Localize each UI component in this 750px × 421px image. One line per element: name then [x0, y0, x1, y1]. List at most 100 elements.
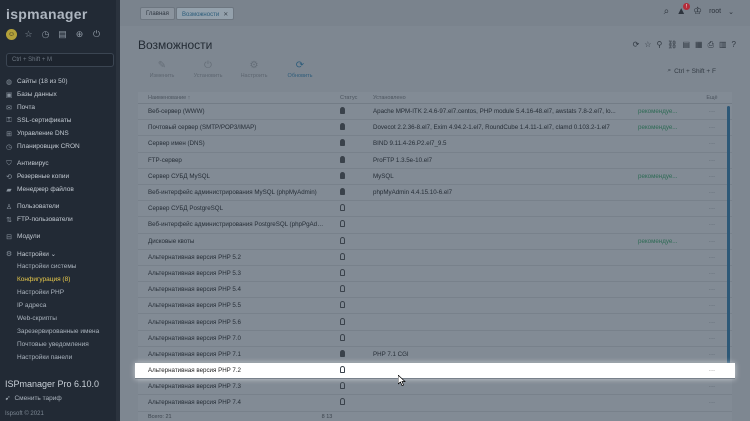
sidebar-item-mail[interactable]: ✉ Почта	[0, 101, 120, 114]
table-row[interactable]: Сервер СУБД PostgreSQL ···	[138, 201, 732, 218]
table-row[interactable]: Альтернативная версия PHP 7.0 ···	[138, 331, 732, 347]
change-tariff-link[interactable]: ➹ Сменить тариф	[5, 394, 62, 403]
edit-button[interactable]: ✎ Изменить	[142, 60, 182, 79]
columns-icon[interactable]: ▥	[719, 40, 727, 50]
document-icon[interactable]: ▤	[57, 29, 68, 40]
more-actions-button[interactable]: ···	[700, 286, 724, 293]
tab-features[interactable]: Возможности ✕	[176, 7, 235, 20]
sidebar-item-backup[interactable]: ⟲ Резервные копии	[0, 170, 120, 183]
mouse-cursor-icon	[398, 375, 406, 386]
pin-icon[interactable]: ⚲	[656, 40, 662, 50]
table-scrollbar[interactable]	[727, 106, 730, 366]
user-name[interactable]: root	[709, 8, 721, 15]
table-row[interactable]: Дисковые квоты рекомендуе... ···	[138, 234, 732, 250]
more-actions-button[interactable]: ···	[700, 335, 724, 342]
more-actions-button[interactable]: ···	[700, 140, 724, 147]
configure-button[interactable]: ⚙ Настроить	[234, 60, 274, 79]
print-icon[interactable]: ⎙	[708, 40, 714, 50]
sidebar-item-settings[interactable]: ⚙ Настройки ⌄	[0, 247, 120, 260]
table-row[interactable]: Почтовый сервер (SMTP/POP3/IMAP) Dovecot …	[138, 120, 732, 137]
more-actions-button[interactable]: ···	[700, 157, 724, 164]
table-row[interactable]: Альтернативная версия PHP 5.4 ···	[138, 282, 732, 299]
more-actions-button[interactable]: ···	[700, 367, 724, 374]
sidebar-subitem-web-scripts[interactable]: Web-скрипты	[0, 312, 120, 325]
table-row[interactable]: Сервер имен (DNS) BIND 9.11.4-26.P2.el7_9…	[138, 136, 732, 153]
column-installed[interactable]: Установлено	[373, 95, 638, 101]
table-row[interactable]: Альтернативная версия PHP 7.2 ···	[135, 363, 735, 380]
table-row[interactable]: Альтернативная версия PHP 7.4 ···	[138, 395, 732, 412]
sidebar-item-sites[interactable]: ◍ Сайты (18 из 50)	[0, 75, 120, 88]
sidebar-menu: ◍ Сайты (18 из 50) ▣ Базы данных ✉ Почта ⚿ S…	[0, 75, 120, 364]
copyright[interactable]: Ispsoft © 2021	[5, 411, 44, 417]
csv-icon[interactable]: ▤	[682, 40, 690, 50]
more-actions-button[interactable]: ···	[700, 205, 724, 212]
table-row[interactable]: Альтернативная версия PHP 5.5 ···	[138, 298, 732, 315]
more-actions-button[interactable]: ···	[700, 221, 724, 228]
sidebar-item-ftp-users[interactable]: ⇅ FTP-пользователи	[0, 213, 120, 226]
table-row[interactable]: Альтернативная версия PHP 7.3 ···	[138, 379, 732, 396]
table-row[interactable]: Альтернативная версия PHP 7.1 PHP 7.1 CGI…	[138, 347, 732, 363]
column-name[interactable]: Наименование ↑	[138, 95, 328, 101]
power-icon[interactable]: ⏻	[91, 29, 102, 40]
refresh-button[interactable]: ⟳ Обновить	[280, 60, 320, 79]
sidebar-subitem-panel-settings[interactable]: Настройки панели	[0, 351, 120, 364]
star-icon[interactable]: ☆	[644, 40, 651, 50]
avatar[interactable]: ☺	[6, 29, 17, 40]
more-actions-button[interactable]: ···	[700, 238, 724, 245]
more-actions-button[interactable]: ···	[700, 319, 724, 326]
help-icon[interactable]: ?	[732, 40, 736, 50]
sidebar-item-dns[interactable]: ⊞ Управление DNS	[0, 127, 120, 140]
notification-icon[interactable]: ▲!	[676, 3, 691, 17]
link-icon[interactable]: ⛓	[667, 40, 677, 50]
table-row[interactable]: Веб-интерфейс администрирования PostgreS…	[138, 217, 732, 234]
more-actions-button[interactable]: ···	[700, 302, 724, 309]
column-status[interactable]: Статус	[328, 95, 373, 101]
cell-installed: Apache MPM-ITK 2.4.6-97.el7.centos, PHP …	[373, 108, 616, 116]
more-actions-button[interactable]: ···	[700, 270, 724, 277]
sidebar-subitem-system-settings[interactable]: Настройки системы	[0, 260, 120, 273]
more-actions-button[interactable]: ···	[700, 108, 724, 115]
sidebar-item-ssl[interactable]: ⚿ SSL-сертификаты	[0, 114, 120, 127]
globe-icon[interactable]: ⊕	[74, 29, 85, 40]
chevron-down-icon[interactable]: ⌄	[728, 8, 734, 16]
sidebar-item-antivirus[interactable]: ⛉ Антивирус	[0, 157, 120, 170]
sidebar-item-cron[interactable]: ◷ Планировщик CRON	[0, 140, 120, 153]
sidebar-item-databases[interactable]: ▣ Базы данных	[0, 88, 120, 101]
table-row[interactable]: Сервер СУБД MySQL MySQL рекомендуе... ···	[138, 169, 732, 185]
table-row[interactable]: Веб-интерфейс администрирования MySQL (p…	[138, 185, 732, 202]
more-actions-button[interactable]: ···	[700, 189, 724, 196]
table-row[interactable]: Веб-сервер (WWW) Apache MPM-ITK 2.4.6-97.…	[138, 104, 732, 121]
app-logo[interactable]: ispmanager	[6, 6, 88, 22]
more-actions-button[interactable]: ···	[700, 399, 724, 406]
sidebar-item-label: Планировщик CRON	[17, 143, 80, 150]
table-row[interactable]: Альтернативная версия PHP 5.3 ···	[138, 266, 732, 283]
more-actions-button[interactable]: ···	[700, 383, 724, 390]
sidebar-item-users[interactable]: ♙ Пользователи	[0, 200, 120, 213]
sidebar-item-files[interactable]: ▰ Менеджер файлов	[0, 183, 120, 196]
table-row[interactable]: Альтернативная версия PHP 5.2 ···	[138, 250, 732, 266]
table-row[interactable]: Альтернативная версия PHP 5.6 ···	[138, 314, 732, 331]
search-icon[interactable]: ⌕	[664, 6, 670, 17]
more-actions-button[interactable]: ···	[700, 173, 724, 180]
more-actions-button[interactable]: ···	[700, 124, 724, 131]
table-row[interactable]: FTP-сервер ProFTP 1.3.5e-10.el7 ···	[138, 153, 732, 169]
column-more[interactable]: Ещё	[700, 95, 724, 101]
sidebar-subitem-reserved-names[interactable]: Зарезервированные имена	[0, 325, 120, 338]
sidebar-subitem-mail-notifications[interactable]: Почтовые уведомления	[0, 338, 120, 351]
sidebar-item-modules[interactable]: ⊟ Модули	[0, 230, 120, 243]
sidebar-subitem-ip-addresses[interactable]: IP адреса	[0, 299, 120, 312]
user-icon[interactable]: ♔	[693, 6, 702, 17]
star-icon[interactable]: ☆	[23, 29, 34, 40]
refresh-icon[interactable]: ⟳	[633, 40, 640, 50]
install-button[interactable]: ⏻ Установить	[188, 60, 228, 79]
more-actions-button[interactable]: ···	[700, 254, 724, 261]
clock-icon[interactable]: ◷	[40, 29, 51, 40]
table-search[interactable]: ⌕ Ctrl + Shift + F	[667, 67, 716, 75]
excel-icon[interactable]: ▦	[695, 40, 703, 50]
tab-home[interactable]: Главная	[140, 7, 175, 20]
sidebar-subitem-php-settings[interactable]: Настройки PHP	[0, 286, 120, 299]
sidebar-subitem-configuration[interactable]: Конфигурация (8)	[0, 273, 120, 286]
close-icon[interactable]: ✕	[223, 12, 228, 18]
sidebar-search-input[interactable]: Ctrl + Shift + M	[6, 53, 114, 67]
more-actions-button[interactable]: ···	[700, 351, 724, 358]
